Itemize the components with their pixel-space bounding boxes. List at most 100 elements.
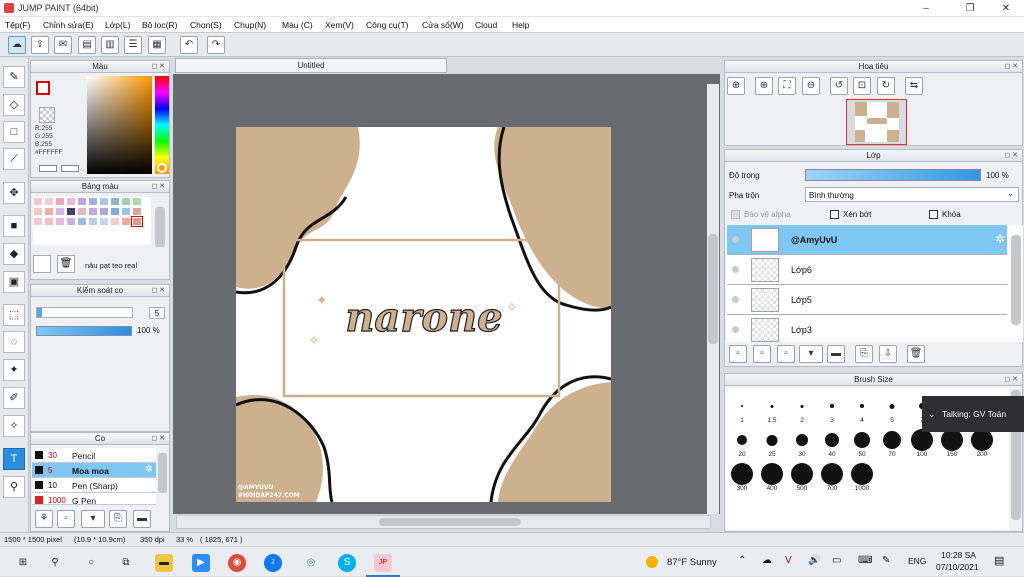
rect-select-tool-icon[interactable]: □ — [3, 121, 25, 143]
battery-icon[interactable]: ▭ — [832, 555, 841, 566]
eyedropper-tool-icon[interactable]: ⚲ — [3, 476, 25, 498]
palette-swatch[interactable] — [110, 207, 120, 216]
palette-swatch[interactable] — [99, 197, 109, 206]
menu-window[interactable]: Cửa sổ(W) — [422, 20, 464, 30]
brush-size-cell[interactable]: 4 — [847, 394, 877, 424]
saturation-value-picker[interactable] — [87, 76, 152, 174]
foreground-color[interactable] — [36, 81, 50, 95]
line-tool-icon[interactable]: ⟋ — [3, 148, 25, 170]
zoom-in-icon-2[interactable]: ⊕ — [755, 77, 773, 95]
magic-select-icon[interactable]: ✧ — [3, 415, 25, 437]
layer-row-5[interactable]: Lớp5 — [727, 285, 1007, 315]
search-icon[interactable]: ⚲ — [46, 554, 64, 572]
brush-size-cell[interactable]: 1 — [727, 394, 757, 424]
palette-swatch[interactable] — [33, 197, 43, 206]
transparent-color[interactable] — [39, 107, 55, 123]
menu-filter[interactable]: Bộ lọc(R) — [142, 20, 177, 30]
palette-swatch[interactable] — [121, 207, 131, 216]
task-view-icon[interactable]: ⧉ — [117, 554, 135, 572]
document-tab[interactable]: Untitled — [175, 58, 447, 73]
menu-cloud[interactable]: Cloud — [475, 20, 497, 30]
pen-row-pen-sharp[interactable]: 10 Pen (Sharp) — [32, 478, 156, 493]
cloud-icon[interactable]: ☁ — [8, 36, 26, 54]
new-layer-3-icon[interactable]: ▫ — [777, 345, 795, 363]
palette-swatch[interactable] — [88, 197, 98, 206]
brush-size-cell[interactable]: 1000 — [847, 462, 877, 492]
delete-layer-icon[interactable]: 🗑 — [907, 345, 925, 363]
panel-controls-icon[interactable]: ◻✕ — [1004, 375, 1020, 383]
pen-tray-icon[interactable]: ✎ — [882, 555, 890, 566]
navigator-preview[interactable] — [846, 99, 907, 145]
menu-snap[interactable]: Chụp(N) — [234, 20, 266, 30]
vertical-scroll-thumb[interactable] — [708, 234, 718, 344]
clipping-checkbox[interactable] — [830, 210, 839, 219]
pen-select-icon[interactable]: ✐ — [3, 387, 25, 409]
chevron-up-icon[interactable]: ⌃ — [738, 555, 746, 566]
skype-icon[interactable]: S — [338, 554, 356, 572]
new-layer-icon[interactable]: ▫ — [729, 345, 747, 363]
move-tool-icon[interactable]: ✥ — [3, 182, 25, 204]
brush-list-scrollbar[interactable] — [158, 453, 167, 493]
chrome-icon[interactable]: ◉ — [228, 554, 246, 572]
palette-swatch[interactable] — [77, 207, 87, 216]
menu-edit[interactable]: Chỉnh sửa(E) — [43, 20, 94, 30]
palette-swatch[interactable] — [55, 207, 65, 216]
panel-controls-icon[interactable]: ◻✕ — [1004, 151, 1020, 159]
brush-size-cell[interactable]: 70 — [877, 428, 907, 458]
hue-slider[interactable] — [155, 76, 169, 174]
palette-swatch[interactable] — [121, 197, 131, 206]
minimize-button[interactable]: – — [912, 1, 940, 16]
menu-file[interactable]: Tệp(F) — [5, 20, 31, 30]
pen-row-g-pen[interactable]: 1000 G Pen — [32, 493, 156, 506]
palette-swatch[interactable] — [66, 207, 76, 216]
artwork-canvas[interactable]: narone ✦ ✧ ✧ @AMYUVU #HOIDAP247.COM — [236, 127, 611, 502]
document-icon[interactable]: ▥ — [101, 36, 119, 54]
notification-toast[interactable]: ⌄ Talking: GV Toán — [922, 396, 1024, 432]
folder-icon[interactable]: ▬ — [827, 345, 845, 363]
brush-tool-icon[interactable]: ✎ — [3, 66, 25, 88]
gradient-tool-icon[interactable]: ▣ — [3, 271, 25, 293]
stabilizer-slider[interactable] — [36, 307, 133, 318]
palette-swatch[interactable] — [110, 217, 120, 226]
layer-list-scrollbar[interactable] — [1011, 235, 1021, 325]
file-explorer-icon[interactable]: ▬ — [155, 554, 173, 572]
visibility-eye-icon[interactable] — [732, 236, 739, 243]
lasso-tool-icon[interactable]: ◌ — [3, 331, 25, 353]
palette-swatch[interactable] — [33, 217, 43, 226]
clock-time[interactable]: 10:28 SA — [941, 550, 976, 560]
copy-brush-icon[interactable]: ⎘ — [109, 510, 127, 528]
comment-icon[interactable]: ✉ — [54, 36, 72, 54]
brush-size-cell[interactable]: 150 — [937, 428, 967, 458]
brush-size-cell[interactable]: 40 — [817, 428, 847, 458]
grid-icon[interactable]: ▦ — [148, 36, 166, 54]
palette-swatch[interactable] — [44, 207, 54, 216]
brush-size-cell[interactable]: 5 — [877, 394, 907, 424]
pen-row-pencil[interactable]: 30 Pencil — [32, 448, 156, 463]
zoom-app-icon[interactable]: ▶ — [192, 554, 210, 572]
palette-swatch[interactable] — [88, 207, 98, 216]
undo-icon[interactable]: ↶ — [180, 36, 198, 54]
layer-opacity-slider[interactable] — [805, 169, 981, 181]
duplicate-layer-icon[interactable]: ⎘ — [855, 345, 873, 363]
jump-paint-icon[interactable]: JP — [374, 554, 392, 572]
chat-icon[interactable]: ▤ — [78, 36, 96, 54]
new-layer-2-icon[interactable]: ▫ — [753, 345, 771, 363]
add-brush-icon[interactable]: ⚘ — [35, 510, 53, 528]
close-button[interactable]: ✕ — [992, 1, 1020, 16]
palette-swatch[interactable] — [132, 207, 142, 216]
opacity-slider[interactable] — [36, 326, 132, 336]
text-tool-icon[interactable]: T — [3, 448, 25, 470]
maximize-button[interactable]: ❐ — [956, 1, 984, 16]
palette-scrollbar[interactable] — [155, 207, 165, 247]
layer-row-3[interactable]: Lớp3 — [727, 315, 1007, 342]
menu-tools[interactable]: Công cụ(T) — [366, 20, 409, 30]
magic-wand-icon[interactable]: ✦ — [3, 359, 25, 381]
weather-text[interactable]: 87°F Sunny — [667, 557, 717, 568]
palette-swatch[interactable] — [99, 217, 109, 226]
layer-row-6[interactable]: Lớp6 — [727, 255, 1007, 285]
palette-swatch[interactable] — [77, 197, 87, 206]
folder-icon[interactable]: ▬ — [133, 510, 151, 528]
new-palette-icon[interactable] — [33, 255, 51, 273]
palette-swatch[interactable] — [88, 217, 98, 226]
brush-menu-icon[interactable]: ▾ — [81, 510, 105, 528]
